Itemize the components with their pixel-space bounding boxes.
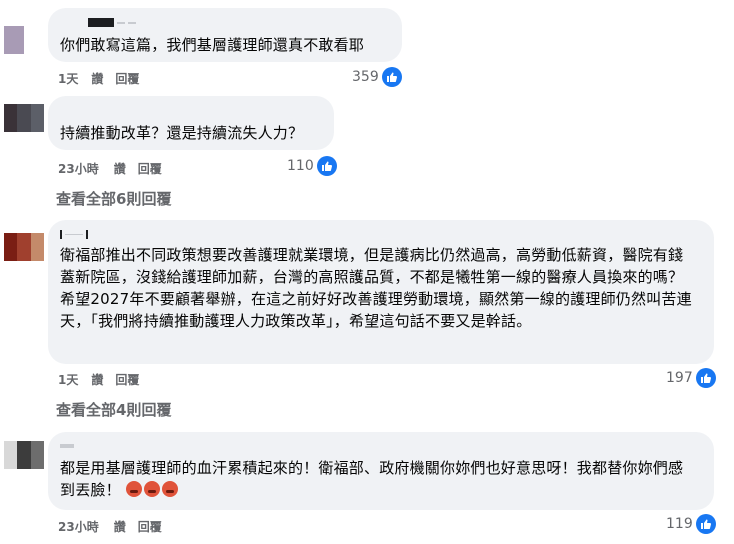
comment-meta: 1天 讚 回覆 xyxy=(58,371,151,388)
comment-time[interactable]: 1天 xyxy=(58,371,78,388)
thumbs-up-icon xyxy=(316,156,337,176)
reply-action[interactable]: 回覆 xyxy=(138,518,162,535)
reaction-count: 110 xyxy=(287,158,314,174)
comment-meta: 1天 讚 回覆 xyxy=(58,70,151,87)
comment-bubble: 都是用基層護理師的血汗累積起來的！衛福部、政府機關你妳們也好意思呀！我都替你妳們… xyxy=(48,432,714,510)
comment-bubble: 衛福部推出不同政策想要改善護理就業環境，但是護病比仍然過高，高勞動低薪資，醫院有… xyxy=(48,220,714,364)
comment-text: 衛福部推出不同政策想要改善護理就業環境，但是護病比仍然過高，高勞動低薪資，醫院有… xyxy=(60,246,692,330)
comment-time[interactable]: 1天 xyxy=(58,70,78,87)
reply-action[interactable]: 回覆 xyxy=(115,70,139,87)
avatar[interactable] xyxy=(4,26,24,54)
comment-text: 都是用基層護理師的血汗累積起來的！衛福部、政府機關你妳們也好意思呀！我都替你妳們… xyxy=(60,457,696,501)
thumbs-up-icon xyxy=(381,67,402,87)
comment-time[interactable]: 23小時 xyxy=(58,518,99,535)
view-all-replies-link[interactable]: 查看全部6則回覆 xyxy=(56,188,171,209)
reaction-summary[interactable]: 197 xyxy=(666,368,716,388)
reaction-summary[interactable]: 359 xyxy=(352,67,402,87)
reaction-summary[interactable]: 119 xyxy=(666,514,716,534)
thumbs-up-icon xyxy=(695,368,716,388)
reply-action[interactable]: 回覆 xyxy=(115,371,139,388)
like-action[interactable]: 讚 xyxy=(91,371,103,388)
angry-face-emoji-icon xyxy=(161,481,178,497)
reaction-summary[interactable]: 110 xyxy=(287,156,337,176)
author-name-redacted[interactable] xyxy=(60,441,74,450)
like-action[interactable]: 讚 xyxy=(114,518,126,535)
view-all-replies-link[interactable]: 查看全部4則回覆 xyxy=(56,399,171,420)
comment-meta: 23小時 讚 回覆 xyxy=(58,518,174,535)
comment-time[interactable]: 23小時 xyxy=(58,160,99,177)
author-name-redacted[interactable] xyxy=(60,230,88,239)
avatar[interactable] xyxy=(4,104,44,132)
like-action[interactable]: 讚 xyxy=(91,70,103,87)
avatar[interactable] xyxy=(4,441,44,469)
like-action[interactable]: 讚 xyxy=(114,160,126,177)
comment-text: 持續推動改革？還是持續流失人力？ xyxy=(60,124,304,142)
author-name-redacted[interactable] xyxy=(88,18,136,27)
comment-text: 你們敢寫這篇，我們基層護理師還真不敢看耶 xyxy=(60,36,365,54)
angry-face-emoji-icon xyxy=(143,481,160,497)
reaction-count: 197 xyxy=(666,370,693,386)
reply-action[interactable]: 回覆 xyxy=(138,160,162,177)
reaction-count: 119 xyxy=(666,516,693,532)
avatar[interactable] xyxy=(4,233,44,261)
comment-bubble: 持續推動改革？還是持續流失人力？ xyxy=(48,96,334,150)
comment-bubble: 你們敢寫這篇，我們基層護理師還真不敢看耶 xyxy=(48,8,402,62)
thumbs-up-icon xyxy=(695,514,716,534)
comment-meta: 23小時 讚 回覆 xyxy=(58,160,174,177)
reaction-count: 359 xyxy=(352,69,379,85)
angry-face-emoji-icon xyxy=(125,481,142,497)
